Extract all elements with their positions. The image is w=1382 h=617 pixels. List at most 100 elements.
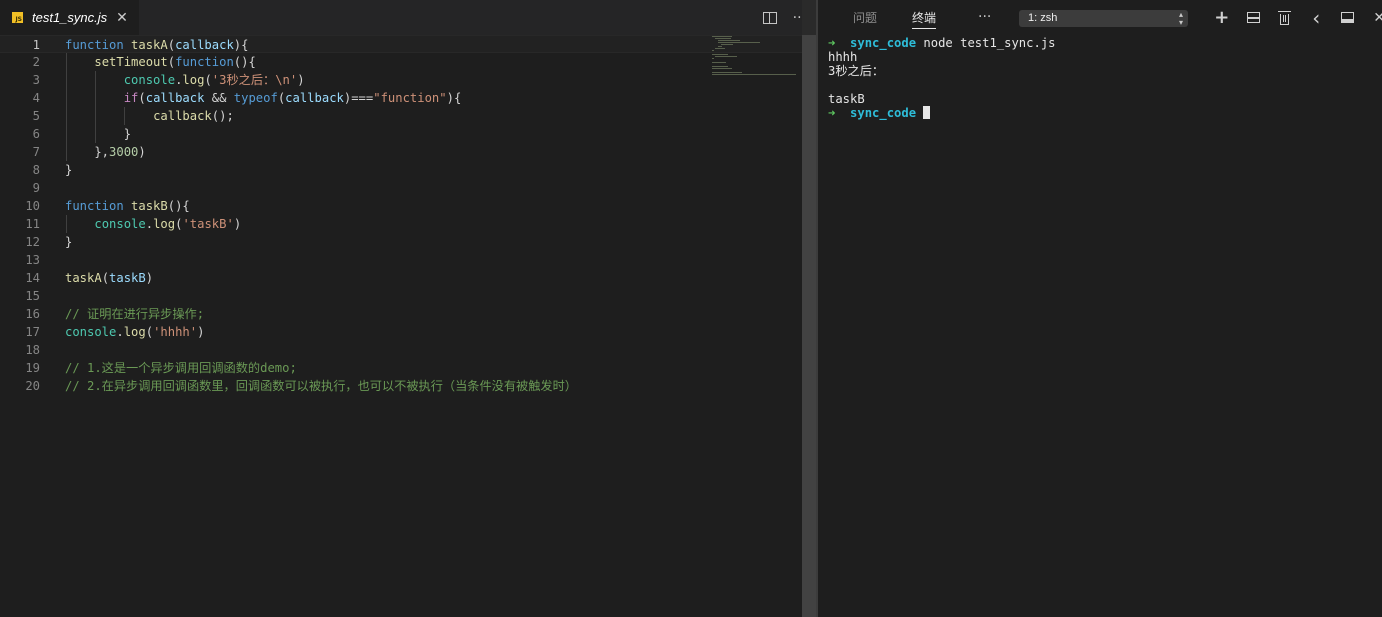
editor-tab-test1-sync-js[interactable]: JS test1_sync.js ✕	[0, 0, 139, 35]
tab-title: test1_sync.js	[32, 10, 108, 25]
line-number: 14	[25, 271, 40, 285]
terminal-output[interactable]: ➜ sync_code node test1_sync.js hhhh 3秒之后…	[828, 36, 1056, 120]
terminal-line: ➜ sync_code	[828, 106, 1056, 120]
panel-header: 问题 终端 ··· 1: zsh ▴ ▾ + ‹ ✕	[818, 0, 1382, 35]
line-number: 7	[32, 145, 40, 159]
line-number: 10	[25, 199, 40, 213]
code-line[interactable]: 18	[0, 341, 802, 359]
chevron-left-icon: ‹	[1312, 5, 1321, 30]
panel: 问题 终端 ··· 1: zsh ▴ ▾ + ‹ ✕ ➜ sync_code no…	[818, 0, 1382, 617]
code-text: function taskB(){	[65, 199, 190, 213]
line-number: 15	[25, 289, 40, 303]
move-panel-button[interactable]: ‹	[1301, 6, 1333, 30]
editor-actions: ···	[762, 0, 806, 35]
code-line[interactable]: 4 if(callback && typeof(callback)==="fun…	[0, 89, 802, 107]
prompt-arrow: ➜	[828, 36, 836, 50]
prompt-arrow: ➜	[828, 106, 836, 120]
code-line[interactable]: 3 console.log('3秒之后：\n')	[0, 71, 802, 89]
tab-problems[interactable]: 问题	[853, 9, 877, 26]
plus-icon: +	[1214, 7, 1230, 28]
terminal-command: node test1_sync.js	[923, 36, 1056, 50]
terminal-line: taskB	[828, 92, 865, 106]
code-line[interactable]: 14 taskA(taskB)	[0, 269, 802, 287]
line-number: 5	[32, 109, 40, 123]
code-text: console.log('3秒之后：\n')	[123, 73, 305, 87]
minimap[interactable]	[712, 35, 800, 85]
code-comment: // 证明在进行异步操作;	[65, 307, 205, 321]
code-text: function taskA(callback){	[65, 38, 249, 52]
code-line[interactable]: 10 function taskB(){	[0, 197, 802, 215]
code-text: },3000)	[65, 145, 146, 159]
code-text: }	[65, 235, 73, 249]
select-arrows-icon: ▴ ▾	[1178, 10, 1183, 27]
split-terminal-icon	[1246, 12, 1260, 23]
terminal-line: hhhh	[828, 50, 858, 64]
tab-terminal[interactable]: 终端	[912, 9, 937, 29]
javascript-file-icon: JS	[12, 12, 23, 23]
toggle-panel-button[interactable]	[1332, 12, 1364, 23]
code-line[interactable]: 12 }	[0, 233, 802, 251]
prompt-dir: sync_code	[850, 36, 917, 50]
editor-scrollbar-thumb[interactable]	[802, 35, 816, 617]
code-line[interactable]: 7 },3000)	[0, 143, 802, 161]
line-number: 18	[25, 343, 40, 357]
line-number: 11	[25, 217, 40, 231]
code-line[interactable]: 8 }	[0, 161, 802, 179]
line-number: 2	[32, 55, 40, 69]
line-number: 19	[25, 361, 40, 375]
line-number: 8	[32, 163, 40, 177]
code-text: callback();	[153, 109, 234, 123]
split-editor-button[interactable]	[762, 11, 777, 24]
code-line[interactable]: 19 // 1.这是一个异步调用回调函数的demo;	[0, 359, 802, 377]
code-text: taskA(taskB)	[65, 271, 154, 285]
terminal-cursor	[923, 106, 931, 119]
split-editor-icon	[762, 11, 777, 24]
code-editor[interactable]: 1 function taskA(callback){ 2 setTimeout…	[0, 35, 802, 617]
code-line[interactable]: 17 console.log('hhhh')	[0, 323, 802, 341]
code-line[interactable]: 2 setTimeout(function(){	[0, 53, 802, 71]
code-line[interactable]: 6 }	[0, 125, 802, 143]
panel-actions: + ‹ ✕	[1206, 0, 1382, 35]
prompt-dir: sync_code	[850, 106, 917, 120]
code-comment: // 1.这是一个异步调用回调函数的demo;	[65, 361, 297, 375]
close-icon: ✕	[1373, 9, 1382, 26]
code-line[interactable]: 11 console.log('taskB')	[0, 215, 802, 233]
line-number: 1	[32, 38, 40, 52]
new-terminal-button[interactable]: +	[1206, 7, 1238, 28]
split-terminal-button[interactable]	[1238, 12, 1270, 23]
line-number: 6	[32, 127, 40, 141]
panel-layout-icon	[1341, 12, 1355, 23]
line-number: 12	[25, 235, 40, 249]
code-line[interactable]: 1 function taskA(callback){	[0, 35, 802, 53]
line-number: 13	[25, 253, 40, 267]
terminal-select-value: 1: zsh	[1028, 12, 1058, 24]
line-number: 20	[25, 379, 40, 393]
close-icon[interactable]: ✕	[116, 10, 128, 26]
terminal-select[interactable]: 1: zsh ▴ ▾	[1019, 10, 1188, 27]
code-line[interactable]: 5 callback();	[0, 107, 802, 125]
panel-more-button[interactable]: ···	[978, 9, 991, 25]
line-number: 17	[25, 325, 40, 339]
kill-terminal-button[interactable]	[1269, 10, 1301, 25]
code-line[interactable]: 20 // 2.在异步调用回调函数里，回调函数可以被执行，也可以不被执行（当条件…	[0, 377, 802, 395]
terminal-line: 3秒之后：	[828, 64, 885, 78]
code-text: }	[65, 163, 73, 177]
code-text: console.log('taskB')	[94, 217, 242, 231]
code-text: if(callback && typeof(callback)==="funct…	[123, 91, 462, 105]
code-text: }	[65, 127, 132, 141]
line-number: 4	[32, 91, 40, 105]
code-text: setTimeout(function(){	[94, 55, 256, 69]
terminal-line: ➜ sync_code node test1_sync.js	[828, 36, 1056, 50]
line-number: 3	[32, 73, 40, 87]
trash-icon	[1278, 10, 1292, 25]
code-comment: // 2.在异步调用回调函数里，回调函数可以被执行，也可以不被执行（当条件没有被…	[65, 379, 577, 393]
close-panel-button[interactable]: ✕	[1364, 10, 1382, 26]
code-line[interactable]: 9	[0, 179, 802, 197]
line-number: 9	[32, 181, 40, 195]
editor-tab-bar: JS test1_sync.js ✕ ···	[0, 0, 816, 35]
code-line[interactable]: 15	[0, 287, 802, 305]
code-line[interactable]: 16 // 证明在进行异步操作;	[0, 305, 802, 323]
editor-group: JS test1_sync.js ✕ ··· 1 function taskA(…	[0, 0, 816, 617]
code-line[interactable]: 13	[0, 251, 802, 269]
line-number: 16	[25, 307, 40, 321]
